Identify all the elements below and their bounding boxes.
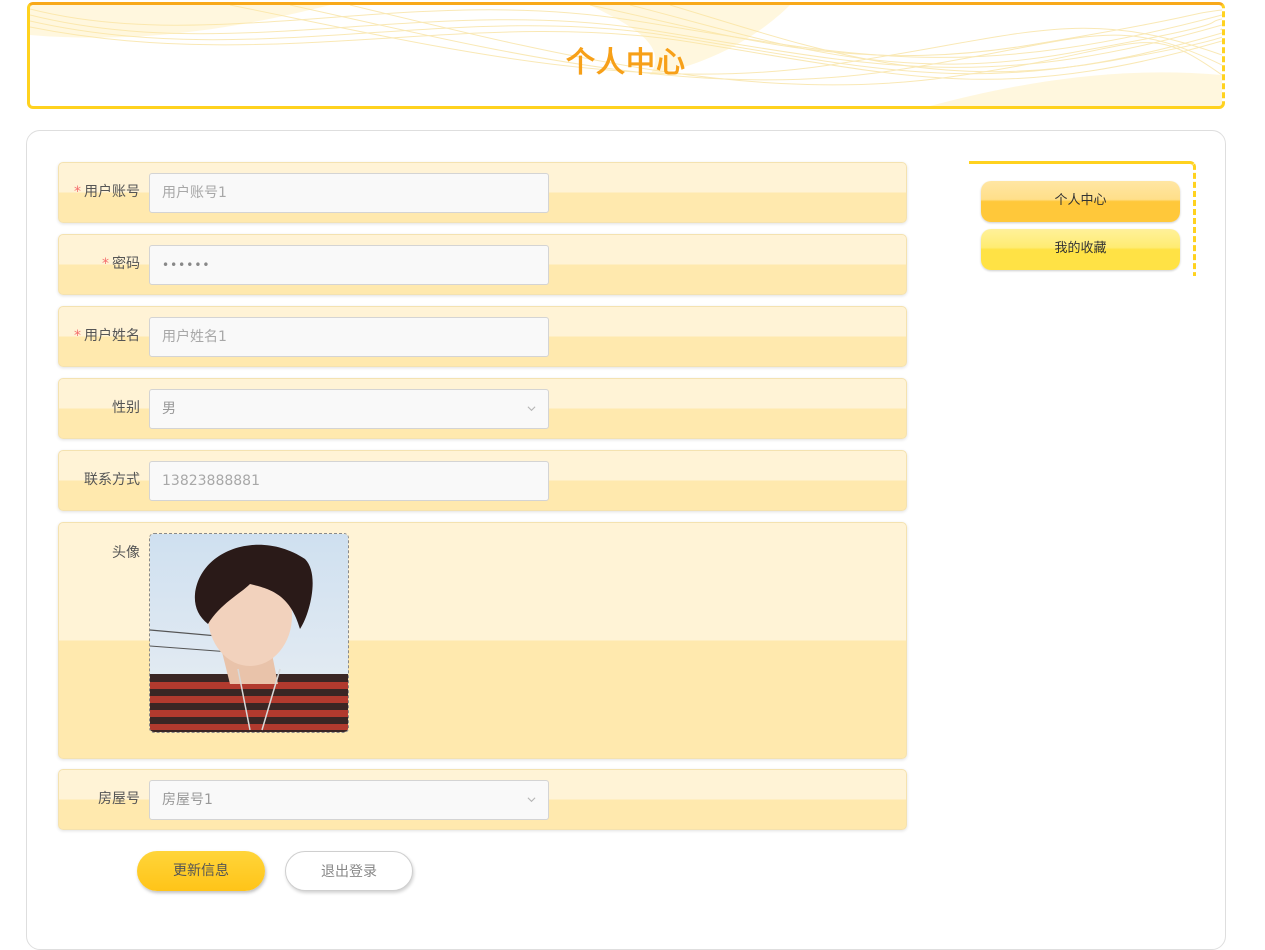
account-input[interactable]: [149, 173, 549, 213]
side-menu-item-profile[interactable]: 个人中心: [981, 181, 1180, 222]
chevron-down-icon: [527, 797, 536, 803]
form-row-account: * 用户账号: [58, 162, 907, 223]
logout-button[interactable]: 退出登录: [285, 851, 413, 891]
avatar-image: [150, 534, 348, 732]
name-input[interactable]: [149, 317, 549, 357]
phone-input[interactable]: [149, 461, 549, 501]
account-label: * 用户账号: [74, 184, 140, 200]
required-mark: *: [102, 256, 109, 272]
side-menu: 个人中心 我的收藏: [969, 161, 1196, 276]
house-label: 房屋号: [98, 791, 140, 807]
required-mark: *: [74, 328, 81, 344]
avatar-label: 头像: [112, 545, 140, 561]
required-mark: *: [74, 184, 81, 200]
avatar-upload[interactable]: [149, 533, 349, 733]
update-info-button[interactable]: 更新信息: [137, 851, 265, 891]
page-title: 个人中心: [565, 45, 686, 79]
chevron-down-icon: [527, 406, 536, 412]
main-panel: *用户账号 *密码 •••••• *用户姓名 性别 男 联系方式 头像: [26, 130, 1226, 950]
name-label: * 用户姓名: [74, 328, 140, 344]
form-row-password: * 密码 ••••••: [58, 234, 907, 295]
form-row-gender: 性别 男: [58, 378, 907, 439]
form-row-house: 房屋号 房屋号1: [58, 769, 907, 830]
form-row-name: * 用户姓名: [58, 306, 907, 367]
gender-select[interactable]: 男: [149, 389, 549, 429]
gender-value: 男: [162, 401, 176, 417]
phone-label: 联系方式: [84, 472, 140, 488]
form-row-avatar: 头像: [58, 522, 907, 759]
house-value: 房屋号1: [162, 792, 213, 808]
form-row-phone: 联系方式: [58, 450, 907, 511]
side-menu-item-favorites[interactable]: 我的收藏: [981, 229, 1180, 270]
password-input[interactable]: ••••••: [149, 245, 549, 285]
password-label: * 密码: [102, 256, 140, 272]
gender-label: 性别: [112, 400, 140, 416]
house-select[interactable]: 房屋号1: [149, 780, 549, 820]
header-banner: 个人中心: [27, 2, 1225, 109]
